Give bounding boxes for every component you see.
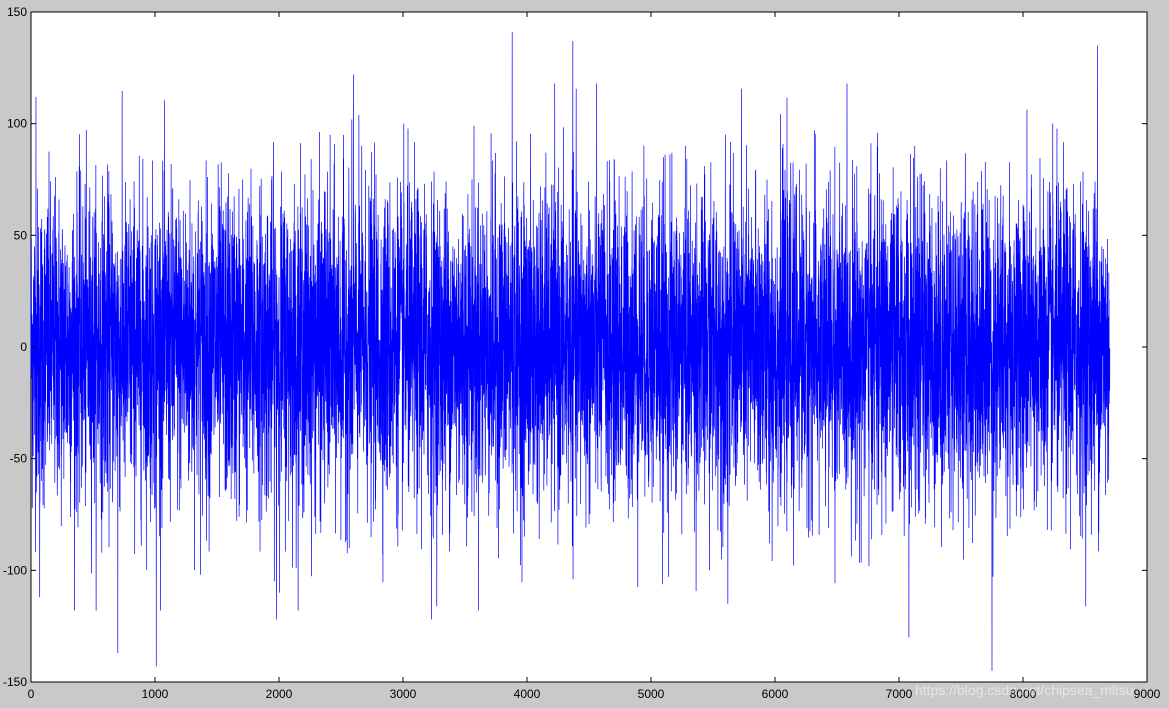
x-tick-label: 5000 bbox=[638, 687, 665, 701]
figure: 0 1000 2000 3000 4000 5000 6000 7000 8000 9000-15… bbox=[3, 5, 1161, 701]
y-tick-label: 0 bbox=[20, 340, 27, 354]
watermark: https://blog.csdn.net/chipsea_mltsu bbox=[915, 682, 1134, 698]
y-tick-label: 50 bbox=[14, 228, 28, 242]
x-tick-label: 3000 bbox=[390, 687, 417, 701]
y-tick-label: 150 bbox=[7, 5, 27, 19]
y-tick-label: -150 bbox=[3, 675, 27, 689]
y-tick-label: -100 bbox=[3, 563, 27, 577]
x-tick-label: 7000 bbox=[886, 687, 913, 701]
x-tick-label: 2000 bbox=[266, 687, 293, 701]
y-tick-label: 100 bbox=[7, 117, 27, 131]
x-tick-label: 1000 bbox=[142, 687, 169, 701]
x-tick-label: 6000 bbox=[762, 687, 789, 701]
x-tick-label: 9000 bbox=[1134, 687, 1161, 701]
x-tick-label: 0 bbox=[28, 687, 35, 701]
x-tick-label: 4000 bbox=[514, 687, 541, 701]
y-tick-label: -50 bbox=[10, 452, 28, 466]
